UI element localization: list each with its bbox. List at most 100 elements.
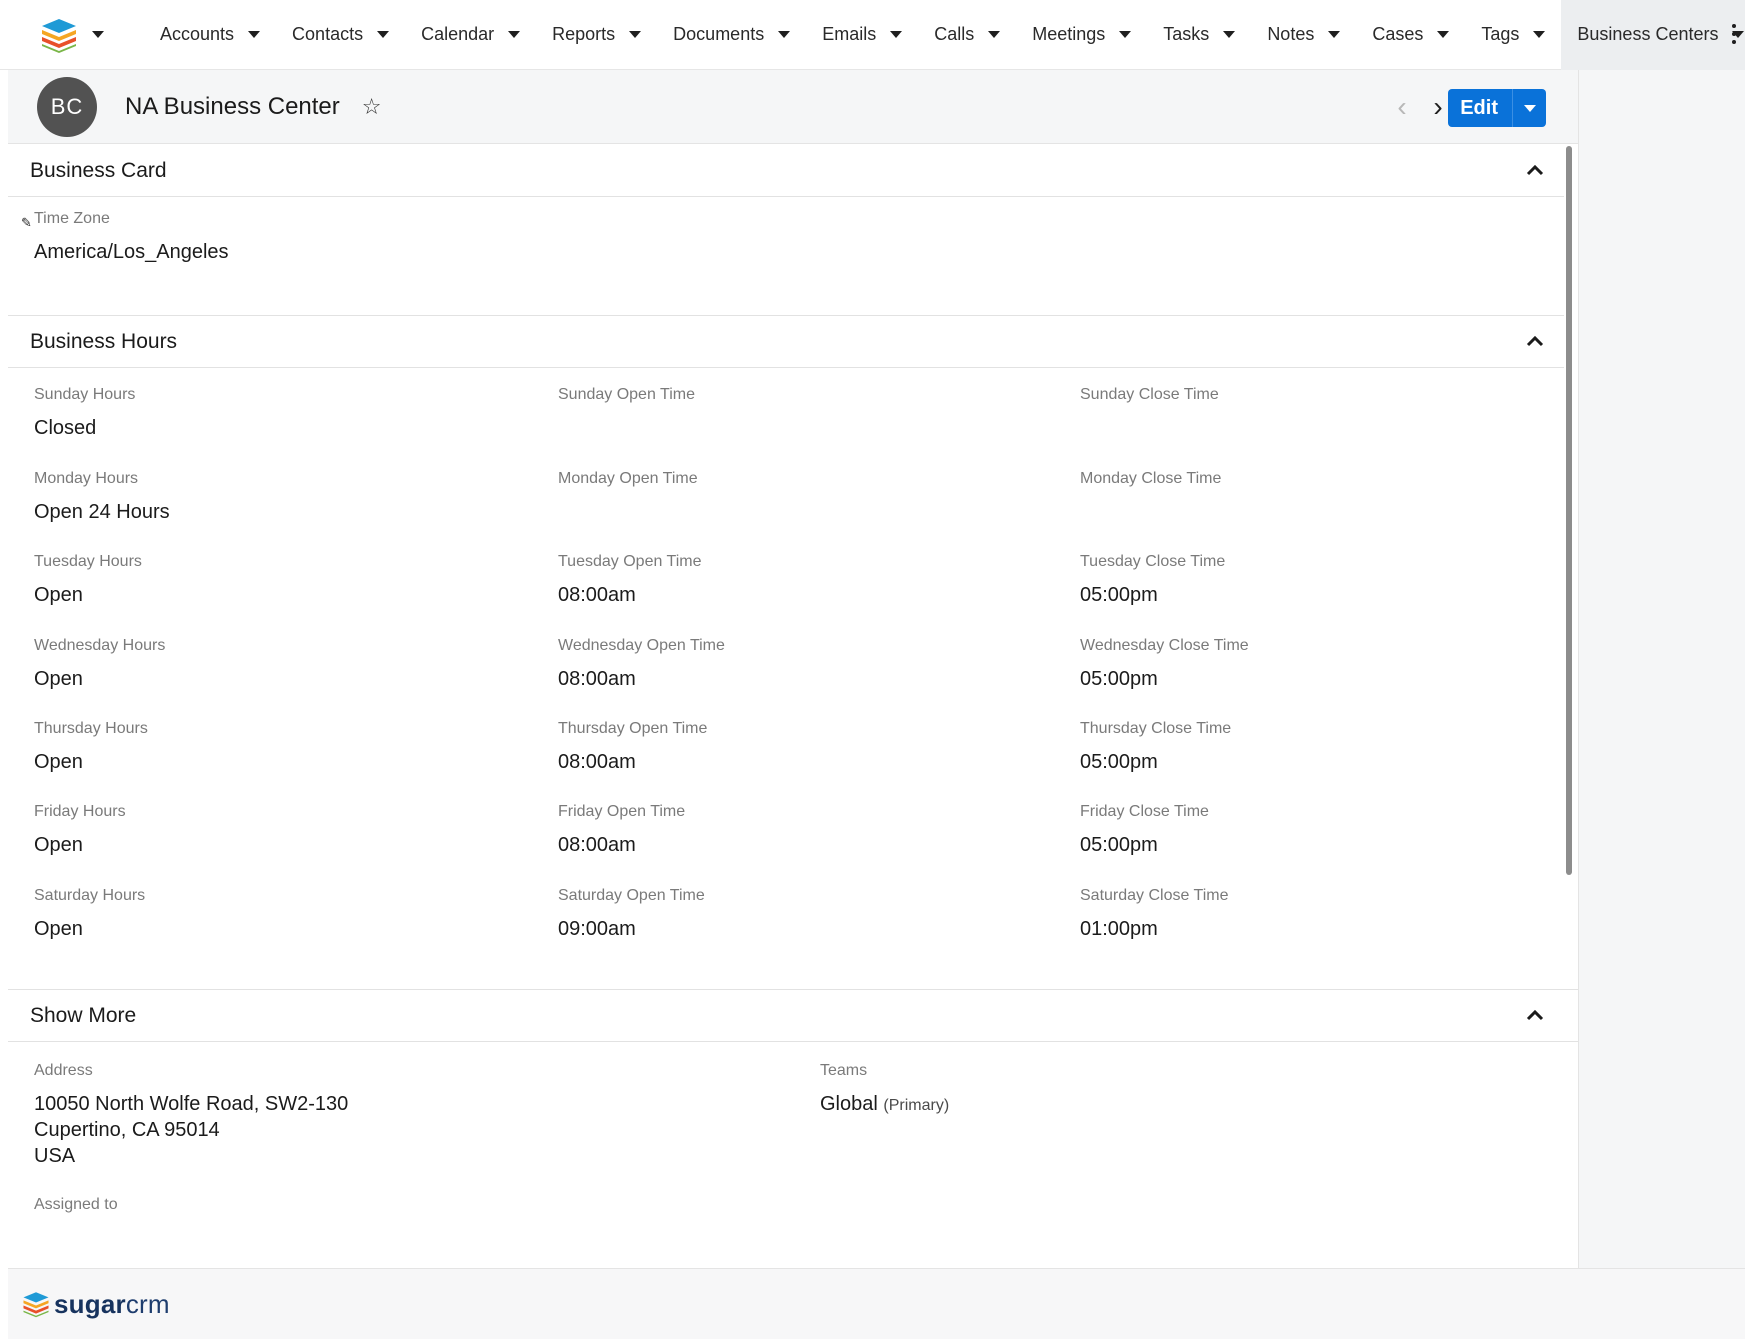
panel-header-show-more[interactable]: Show More (8, 990, 1578, 1042)
field-value[interactable]: Open (34, 666, 165, 692)
field-value[interactable]: 05:00pm (1080, 666, 1249, 692)
field-assigned-to[interactable]: Assigned to (34, 1196, 118, 1214)
field-label: Tuesday Hours (34, 553, 142, 570)
field-tuesday-hours[interactable]: Tuesday Hours Open (34, 553, 142, 608)
nav-item-meetings[interactable]: Meetings (1016, 0, 1147, 70)
field-label: Friday Open Time (558, 803, 686, 820)
field-value[interactable]: Open (34, 582, 142, 608)
record-pager: ‹ › (1384, 70, 1456, 144)
field-thursday-hours[interactable]: Thursday Hours Open (34, 720, 148, 775)
field-sunday-open-time[interactable]: Sunday Open Time (558, 386, 695, 415)
field-value[interactable]: 05:00pm (1080, 582, 1225, 608)
field-tuesday-close-time[interactable]: Tuesday Close Time 05:00pm (1080, 553, 1225, 608)
field-value[interactable]: 08:00am (558, 832, 685, 858)
field-saturday-close-time[interactable]: Saturday Close Time 01:00pm (1080, 887, 1229, 942)
scrollbar-thumb[interactable] (1566, 146, 1572, 875)
field-label: Sunday Close Time (1080, 386, 1219, 403)
panel-title: Business Card (30, 158, 167, 182)
nav-item-business-centers[interactable]: Business Centers (1561, 0, 1745, 70)
nav-item-calendar[interactable]: Calendar (405, 0, 536, 70)
field-value[interactable]: America/Los_Angeles (34, 239, 229, 265)
scrollbar[interactable] (1564, 144, 1574, 877)
nav-item-accounts[interactable]: Accounts (144, 0, 276, 70)
nav-item-emails[interactable]: Emails (806, 0, 918, 70)
chevron-down-icon[interactable] (890, 31, 903, 38)
chevron-down-icon[interactable] (377, 31, 390, 38)
field-time-zone[interactable]: Time Zone America/Los_Angeles (34, 210, 229, 265)
field-value[interactable]: Global (Primary) (820, 1091, 949, 1119)
edit-button[interactable]: Edit (1448, 89, 1512, 127)
actions-dropdown-button[interactable] (1512, 89, 1546, 127)
field-sunday-close-time[interactable]: Sunday Close Time (1080, 386, 1219, 415)
nav-item-tags[interactable]: Tags (1465, 0, 1561, 70)
field-monday-open-time[interactable]: Monday Open Time (558, 470, 698, 499)
chevron-down-icon[interactable] (508, 31, 521, 38)
home-menu-button[interactable] (40, 17, 104, 53)
chevron-down-icon[interactable] (1328, 31, 1341, 38)
footer-logo[interactable]: sugarcrm (22, 1289, 170, 1320)
chevron-down-icon[interactable] (629, 31, 642, 38)
field-label: Wednesday Close Time (1080, 637, 1249, 654)
field-friday-hours[interactable]: Friday Hours Open (34, 803, 126, 858)
field-teams[interactable]: Teams Global (Primary) (820, 1062, 949, 1119)
chevron-down-icon[interactable] (1437, 31, 1450, 38)
field-value[interactable]: 01:00pm (1080, 916, 1229, 942)
chevron-up-icon[interactable] (1524, 330, 1546, 352)
field-saturday-open-time[interactable]: Saturday Open Time 09:00am (558, 887, 705, 942)
chevron-down-icon[interactable] (988, 31, 1001, 38)
field-value[interactable]: 08:00am (558, 749, 707, 775)
chevron-down-icon (1523, 104, 1536, 112)
nav-item-calls[interactable]: Calls (918, 0, 1016, 70)
nav-item-tasks[interactable]: Tasks (1147, 0, 1251, 70)
field-value[interactable]: 08:00am (558, 582, 701, 608)
field-wednesday-close-time[interactable]: Wednesday Close Time 05:00pm (1080, 637, 1249, 692)
previous-record-icon[interactable]: ‹ (1384, 70, 1420, 144)
nav-item-documents[interactable]: Documents (657, 0, 806, 70)
footer: sugarcrm (8, 1268, 1745, 1339)
field-label: Friday Close Time (1080, 803, 1209, 820)
field-wednesday-hours[interactable]: Wednesday Hours Open (34, 637, 165, 692)
nav-item-reports[interactable]: Reports (536, 0, 657, 70)
field-value[interactable]: 08:00am (558, 666, 725, 692)
field-thursday-close-time[interactable]: Thursday Close Time 05:00pm (1080, 720, 1231, 775)
favorite-star-icon[interactable]: ☆ (362, 94, 382, 120)
field-value[interactable]: 09:00am (558, 916, 705, 942)
field-value[interactable]: Open (34, 749, 148, 775)
field-value[interactable]: 05:00pm (1080, 832, 1209, 858)
chevron-up-icon[interactable] (1524, 1004, 1546, 1026)
panel-header-business-hours[interactable]: Business Hours (8, 316, 1564, 368)
nav-item-contacts[interactable]: Contacts (276, 0, 405, 70)
field-tuesday-open-time[interactable]: Tuesday Open Time 08:00am (558, 553, 701, 608)
field-sunday-hours[interactable]: Sunday Hours Closed (34, 386, 135, 441)
chevron-down-icon[interactable] (248, 31, 261, 38)
field-friday-close-time[interactable]: Friday Close Time 05:00pm (1080, 803, 1209, 858)
field-friday-open-time[interactable]: Friday Open Time 08:00am (558, 803, 685, 858)
field-value[interactable]: Open (34, 832, 126, 858)
field-label: Sunday Hours (34, 386, 136, 403)
chevron-down-icon[interactable] (778, 31, 791, 38)
field-address[interactable]: Address 10050 North Wolfe Road, SW2-130 … (34, 1062, 348, 1169)
chevron-up-icon[interactable] (1524, 159, 1546, 181)
field-value[interactable]: Open (34, 916, 145, 942)
field-label: Thursday Open Time (558, 720, 708, 737)
panel-title: Business Hours (30, 329, 178, 353)
chevron-down-icon[interactable] (1533, 31, 1546, 38)
field-value[interactable]: Open 24 Hours (34, 499, 170, 525)
field-label: Thursday Close Time (1080, 720, 1232, 737)
field-value[interactable]: 05:00pm (1080, 749, 1231, 775)
address-line: USA (34, 1145, 76, 1167)
dashlet-sidebar (1578, 70, 1745, 1270)
field-value[interactable]: Closed (34, 415, 135, 441)
field-saturday-hours[interactable]: Saturday Hours Open (34, 887, 145, 942)
field-value[interactable]: 10050 North Wolfe Road, SW2-130 Cupertin… (34, 1091, 348, 1169)
field-monday-hours[interactable]: Monday Hours Open 24 Hours (34, 470, 170, 525)
panel-header-business-card[interactable]: Business Card (8, 145, 1564, 197)
chevron-down-icon[interactable] (1223, 31, 1236, 38)
field-wednesday-open-time[interactable]: Wednesday Open Time 08:00am (558, 637, 725, 692)
more-menu-icon[interactable] (1731, 24, 1737, 44)
nav-item-notes[interactable]: Notes (1251, 0, 1356, 70)
chevron-down-icon[interactable] (1119, 31, 1132, 38)
field-thursday-open-time[interactable]: Thursday Open Time 08:00am (558, 720, 707, 775)
field-monday-close-time[interactable]: Monday Close Time (1080, 470, 1221, 499)
nav-item-cases[interactable]: Cases (1356, 0, 1465, 70)
